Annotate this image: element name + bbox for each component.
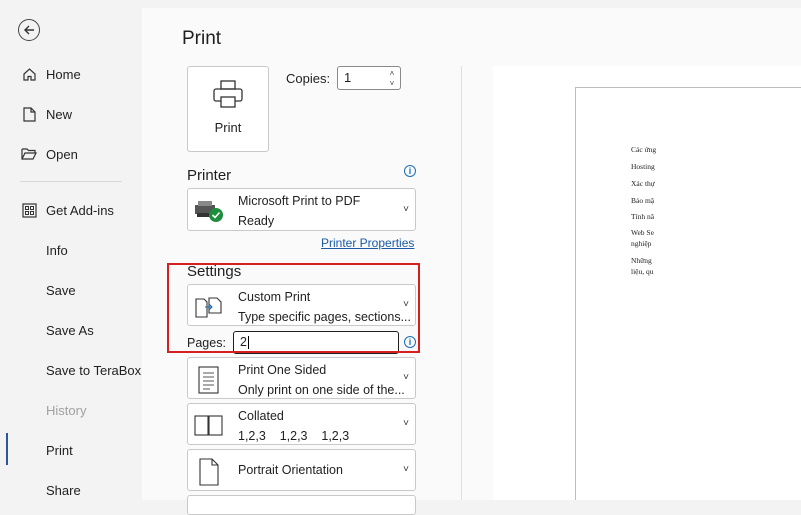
- chevron-down-icon: ˅: [403, 203, 409, 215]
- sides-title: Print One Sided: [238, 363, 327, 377]
- sidebar-item-share[interactable]: Share: [0, 473, 142, 507]
- preview-page: Các ứng Hosting Xác thự Bảo mậ Tính nă W…: [575, 87, 801, 500]
- collated-icon: [194, 412, 224, 440]
- preview-line: nghiệp: [631, 239, 652, 248]
- preview-line: Hosting: [631, 162, 655, 171]
- chevron-down-icon: ˅: [403, 418, 409, 429]
- printer-name: Microsoft Print to PDF: [238, 194, 361, 208]
- back-button[interactable]: [18, 19, 40, 41]
- copies-label: Copies:: [286, 71, 331, 86]
- orientation-dropdown[interactable]: Portrait Orientation ˅: [187, 449, 416, 491]
- sidebar-item-print[interactable]: Print: [0, 433, 142, 467]
- sidebar-item-new[interactable]: New: [0, 97, 142, 131]
- sidebar-item-info[interactable]: Info: [0, 233, 142, 267]
- chevron-down-icon: ˅: [403, 372, 409, 383]
- chevron-down-icon: ˅: [403, 464, 409, 475]
- sidebar-item-history: History: [0, 393, 142, 427]
- info-icon[interactable]: i: [404, 165, 416, 177]
- sidebar-item-home[interactable]: Home: [0, 57, 142, 91]
- printer-properties-link[interactable]: Printer Properties: [321, 236, 414, 250]
- sidebar-item-label: Share: [46, 482, 81, 498]
- sidebar-item-label: Home: [46, 66, 81, 82]
- add-ins-icon: [21, 202, 37, 218]
- paper-size-dropdown[interactable]: [187, 495, 416, 515]
- one-sided-page-icon: [194, 366, 224, 394]
- sidebar-item-label: Save to TeraBox: [46, 362, 142, 378]
- sidebar-item-label: Open: [46, 146, 78, 162]
- sidebar-item-label: Save: [46, 282, 76, 298]
- open-folder-icon: [21, 146, 37, 162]
- chevron-up-icon[interactable]: ˄: [387, 68, 397, 78]
- print-button[interactable]: Print: [187, 66, 269, 152]
- printer-status: Ready: [238, 214, 275, 228]
- preview-line: Tính nă: [631, 212, 655, 221]
- printer-dropdown[interactable]: Microsoft Print to PDF Ready ˅: [187, 188, 416, 231]
- preview-line: Bảo mậ: [631, 196, 655, 205]
- sidebar-item-save[interactable]: Save: [0, 273, 142, 307]
- sidebar-divider: [20, 181, 122, 182]
- sidebar-item-save-as[interactable]: Save As: [0, 313, 142, 347]
- page-title: Print: [182, 28, 222, 49]
- highlight-box: [167, 263, 420, 353]
- sidebar-item-label: Info: [46, 242, 68, 258]
- chevron-down-icon[interactable]: ˅: [387, 78, 397, 88]
- orientation-title: Portrait Orientation: [238, 463, 343, 477]
- panel-divider: [461, 66, 462, 500]
- sidebar-item-label: New: [46, 106, 73, 122]
- printer-ready-icon: [194, 197, 224, 225]
- sidebar-item-label: Save As: [46, 322, 94, 338]
- sidebar-item-get-add-ins[interactable]: Get Add-ins: [0, 193, 142, 227]
- sidebar-item-label: History: [46, 402, 87, 418]
- sidebar-item-save-to-terabox[interactable]: Save to TeraBox: [0, 353, 142, 387]
- sidebar-item-open[interactable]: Open: [0, 137, 142, 171]
- arrow-left-icon: [24, 25, 34, 35]
- sidebar-item-label: Get Add-ins: [46, 202, 114, 218]
- backstage-sidebar: Home New Open Get Add-ins Info Save Save…: [0, 0, 142, 500]
- collation-dropdown[interactable]: Collated 1,2,3 1,2,3 1,2,3 ˅: [187, 403, 416, 445]
- preview-line: Các ứng: [631, 145, 657, 154]
- preview-line: liệu, qu: [631, 267, 654, 276]
- new-document-icon: [21, 106, 37, 122]
- collation-subtitle: 1,2,3 1,2,3 1,2,3: [238, 429, 350, 443]
- printer-section-title: Printer: [187, 167, 232, 184]
- collation-title: Collated: [238, 409, 284, 423]
- sides-dropdown[interactable]: Print One Sided Only print on one side o…: [187, 357, 416, 399]
- sidebar-item-label: Print: [46, 442, 73, 458]
- portrait-page-icon: [194, 458, 224, 486]
- home-icon: [21, 66, 37, 82]
- print-button-label: Print: [214, 120, 242, 135]
- sides-subtitle: Only print on one side of the...: [238, 383, 405, 397]
- preview-line: Những: [631, 256, 652, 265]
- preview-line: Web Se: [631, 228, 654, 237]
- copies-value: 1: [344, 70, 352, 85]
- copies-stepper[interactable]: 1 ˄ ˅: [337, 66, 401, 90]
- printer-icon: [212, 79, 244, 114]
- preview-line: Xác thự: [631, 179, 655, 188]
